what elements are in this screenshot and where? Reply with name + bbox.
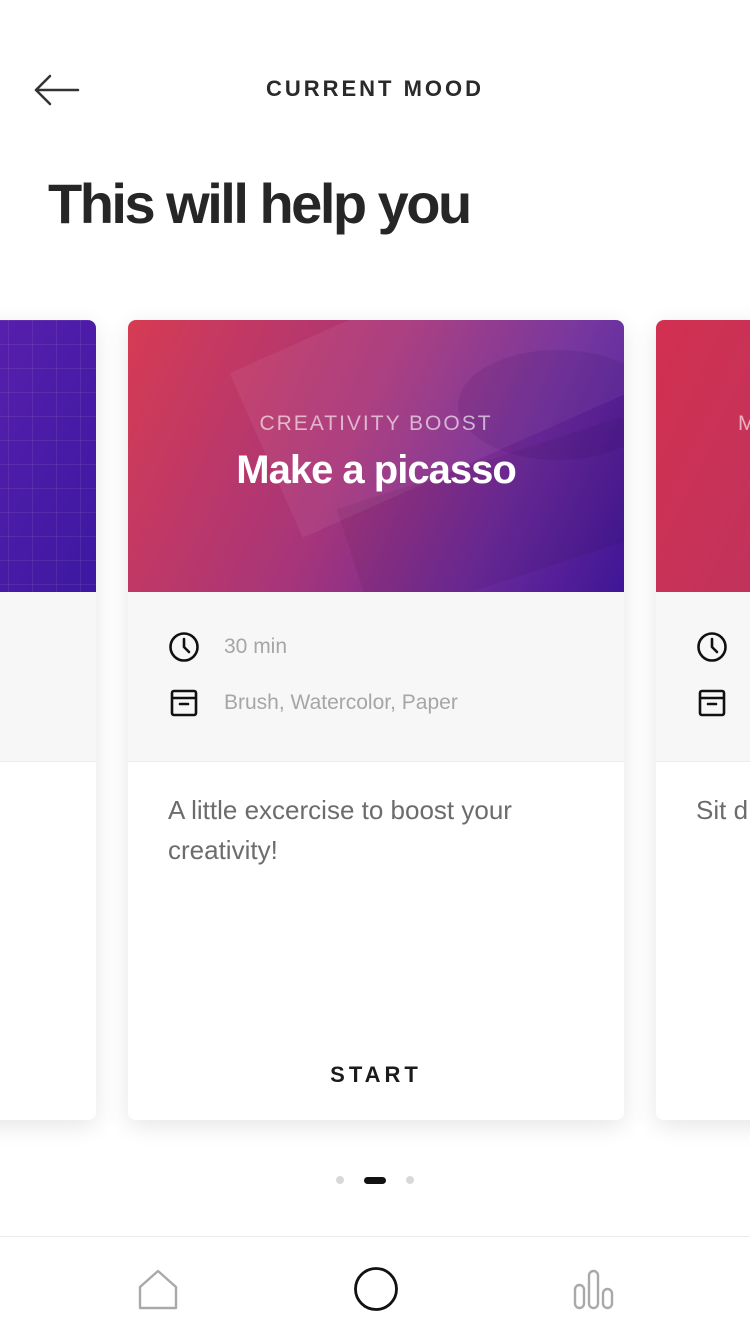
hero-texture [0,320,96,592]
activity-card-next[interactable]: M Sit d [656,320,750,1120]
materials-row [696,686,728,720]
clock-icon [697,632,727,662]
card-meta-section [0,592,96,762]
clock-icon [169,632,199,662]
activity-card-previous[interactable] [0,320,96,1120]
duration-text: 30 min [224,635,288,658]
box-icon [170,689,198,717]
top-bar: CURRENT MOOD [0,0,750,180]
materials-row: Brush, Watercolor, Paper [168,686,458,720]
materials-text: Brush, Watercolor, Paper [224,691,458,714]
page-title: This will help you [48,172,472,235]
card-category: CREATIVITY BOOST [259,412,493,435]
pagination-dots [0,1174,750,1186]
card-meta-section [128,592,624,762]
card-hero-image: M [656,320,750,592]
bottom-tab-bar [0,1236,750,1334]
start-button[interactable]: START [128,1062,624,1088]
tab-home[interactable] [128,1259,188,1319]
card-description: Sit d [696,795,749,825]
home-icon [138,1269,178,1310]
pagination-dot[interactable] [336,1176,344,1184]
card-description: A little excercise to boost your creativ… [168,795,512,865]
card-meta-section [656,592,750,762]
card-hero-image: CREATIVITY BOOST Make a picasso [128,320,624,592]
box-icon [698,689,726,717]
pagination-dot[interactable] [406,1176,414,1184]
stats-icon [573,1269,614,1310]
duration-row [696,630,728,664]
duration-row: 30 min [168,630,287,664]
card-hero-image [0,320,96,592]
circle-icon [354,1267,398,1311]
card-title: Make a picasso [236,448,517,492]
tab-current[interactable] [346,1259,406,1319]
tab-stats[interactable] [564,1259,624,1319]
activity-card[interactable]: CREATIVITY BOOST Make a picasso 30 min B… [128,320,624,1120]
activity-carousel[interactable]: CREATIVITY BOOST Make a picasso 30 min B… [0,300,750,1160]
card-category: M [738,412,750,435]
header-title: CURRENT MOOD [265,76,485,101]
pagination-dot-active[interactable] [364,1176,386,1184]
